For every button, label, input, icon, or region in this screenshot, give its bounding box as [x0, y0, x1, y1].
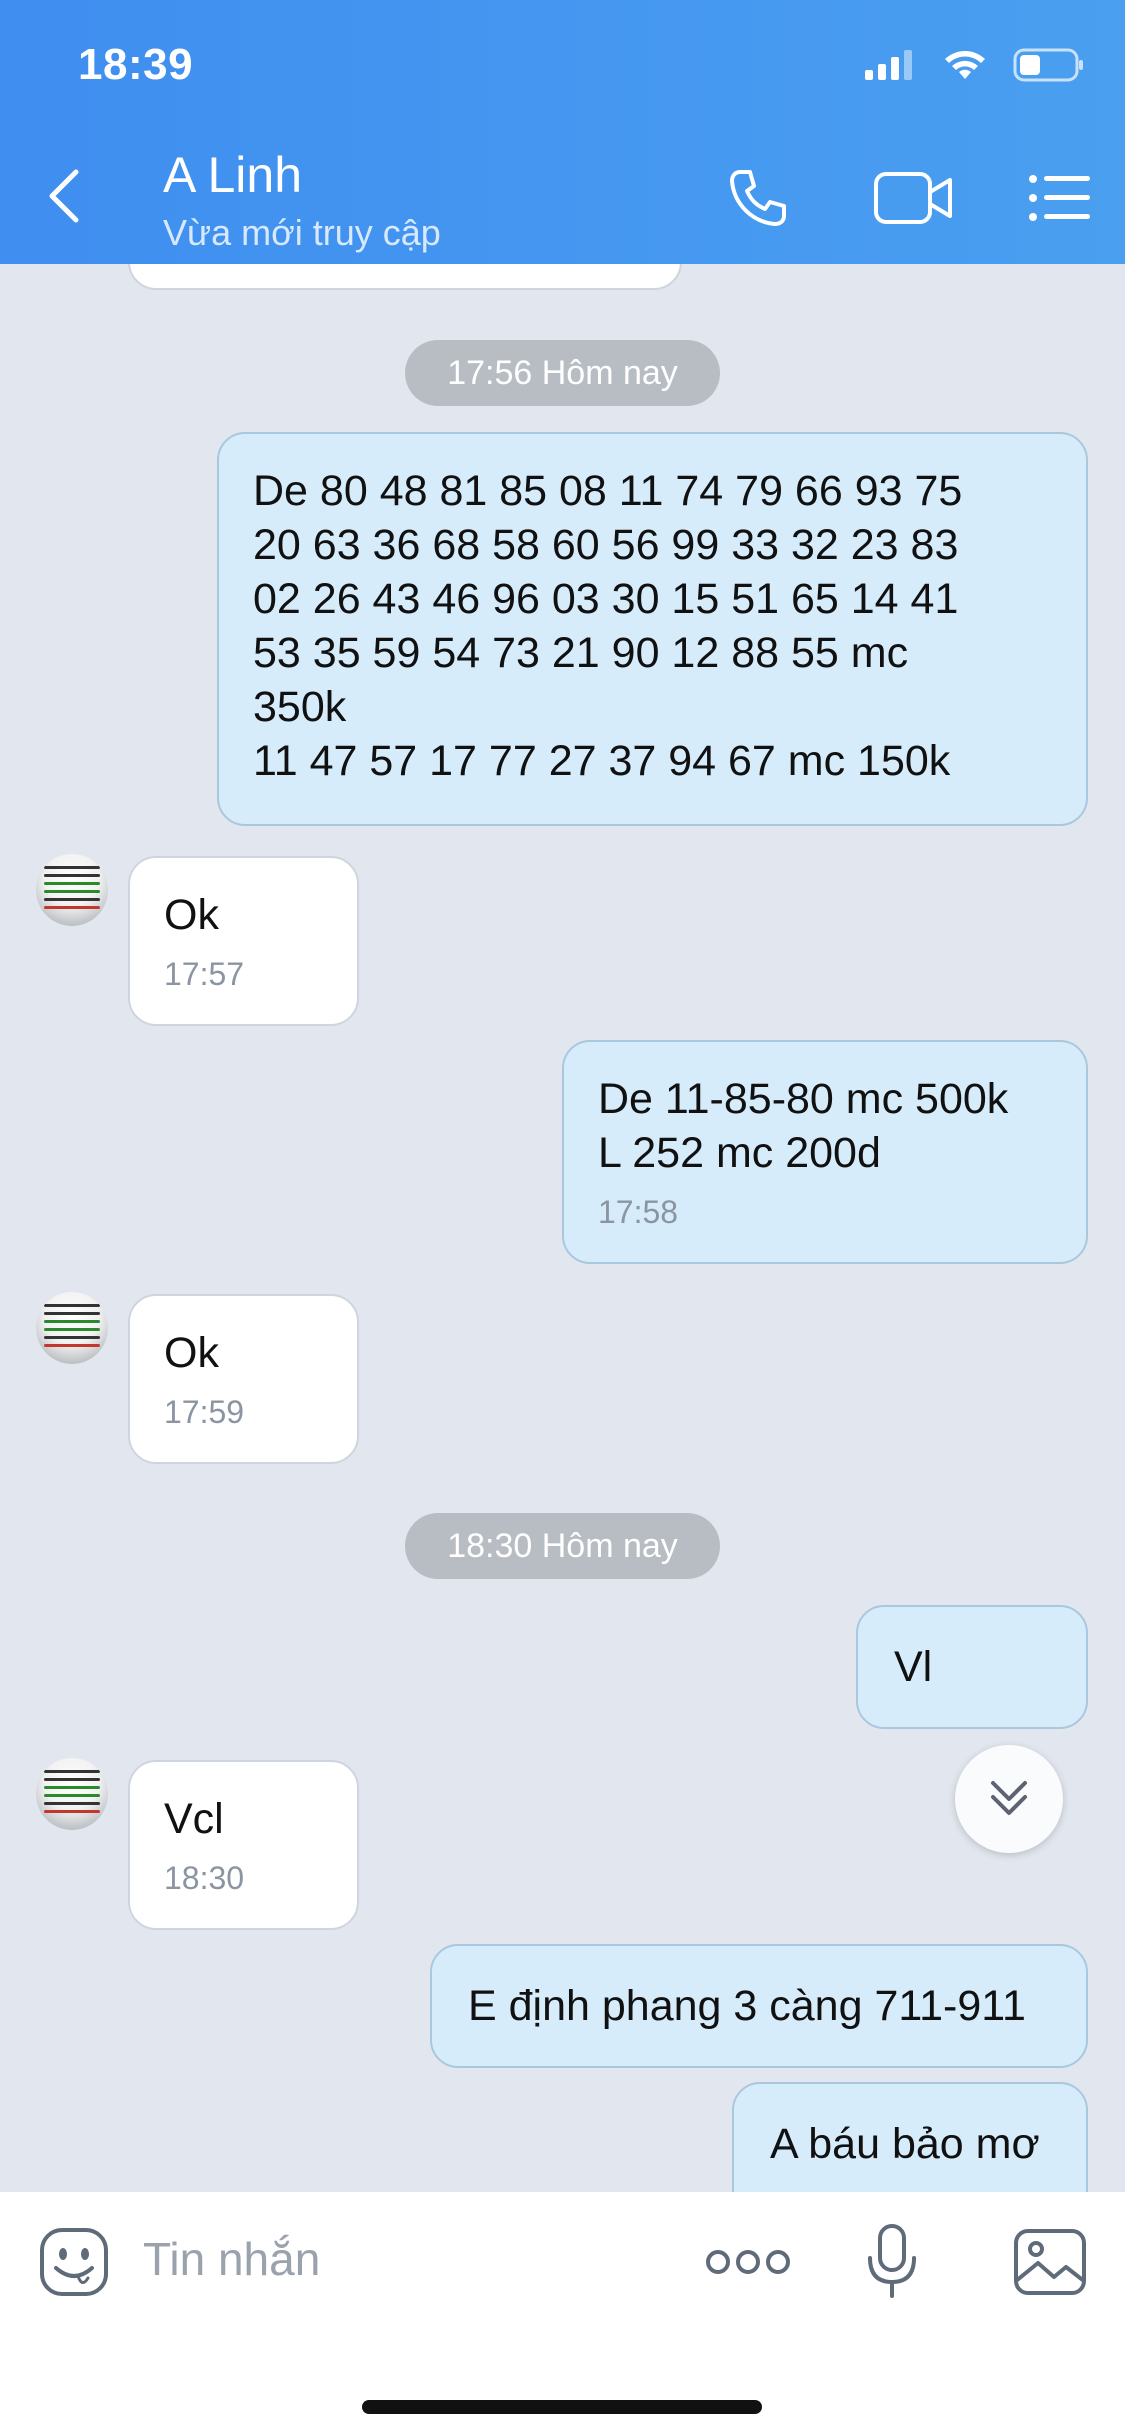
message-time: 17:58: [598, 1194, 679, 1230]
outgoing-message[interactable]: Vl: [856, 1605, 1088, 1729]
emoji-button[interactable]: [34, 2222, 114, 2302]
outgoing-message[interactable]: E định phang 3 càng 711-911: [430, 1944, 1088, 2068]
outgoing-message[interactable]: De 11-85-80 mc 500k L 252 mc 200d 17:58: [562, 1040, 1088, 1264]
outgoing-message[interactable]: De 80 48 81 85 08 11 74 79 66 93 75 20 6…: [217, 432, 1088, 826]
message-text: Ok: [164, 1329, 219, 1377]
voice-record-button[interactable]: [862, 2222, 922, 2302]
avatar[interactable]: [36, 854, 108, 926]
video-call-button[interactable]: [866, 163, 962, 233]
back-button[interactable]: [40, 160, 90, 230]
microphone-icon: [868, 2224, 916, 2298]
message-input[interactable]: Tin nhắn: [143, 2232, 320, 2286]
date-separator: 18:30 Hôm nay: [405, 1513, 720, 1579]
message-text: Ok: [164, 891, 219, 939]
message-text: Vl: [894, 1643, 933, 1691]
incoming-message[interactable]: Ok 17:59: [128, 1294, 359, 1464]
battery-icon: [1013, 48, 1083, 82]
incoming-message[interactable]: Vcl 18:30: [128, 1760, 359, 1930]
incoming-message[interactable]: Ok 17:57: [128, 856, 359, 1026]
emoji-icon: [40, 2228, 108, 2296]
message-time: 17:57: [164, 956, 245, 992]
avatar[interactable]: [36, 1292, 108, 1364]
message-text: Vcl: [164, 1795, 224, 1843]
phone-icon: [730, 170, 786, 226]
outgoing-message[interactable]: A báu bảo mơ: [732, 2082, 1088, 2192]
contact-status: Vừa mới truy cập: [163, 212, 441, 253]
message-text: De 11-85-80 mc 500k L 252 mc 200d: [598, 1075, 1009, 1177]
contact-name[interactable]: A Linh: [163, 146, 302, 204]
call-button[interactable]: [718, 163, 798, 233]
scroll-to-bottom-button[interactable]: [955, 1745, 1063, 1853]
message-text: De 80 48 81 85 08 11 74 79 66 93 75 20 6…: [253, 467, 963, 785]
list-menu-icon: [1029, 175, 1090, 221]
status-time: 18:39: [78, 40, 194, 89]
home-indicator[interactable]: [362, 2400, 762, 2414]
message-list[interactable]: 17:56 Hôm nay De 80 48 81 85 08 11 74 79…: [0, 264, 1125, 2192]
chat-header: 18:39 A Linh Vừa mới truy cập: [0, 0, 1125, 264]
message-text: E định phang 3 càng 711-911: [468, 1982, 1026, 2030]
status-icons: [865, 48, 1085, 82]
more-dots-icon: [706, 2250, 790, 2274]
video-camera-icon: [874, 172, 952, 224]
signal-icon: [865, 50, 912, 80]
message-text: A báu bảo mơ: [770, 2120, 1040, 2168]
date-separator: 17:56 Hôm nay: [405, 340, 720, 406]
image-icon: [1014, 2229, 1086, 2295]
message-time: 18:30: [164, 1860, 245, 1896]
send-image-button[interactable]: [1010, 2222, 1090, 2302]
chevron-double-down-icon: [991, 1781, 1027, 1815]
message-time: 17:59: [164, 1394, 245, 1430]
wifi-icon: [945, 51, 985, 79]
more-options-button[interactable]: [705, 2222, 791, 2302]
avatar[interactable]: [36, 1758, 108, 1830]
message-bubble-partial[interactable]: [128, 264, 682, 290]
back-arrow-icon: [49, 169, 79, 223]
menu-button[interactable]: [1020, 163, 1100, 233]
